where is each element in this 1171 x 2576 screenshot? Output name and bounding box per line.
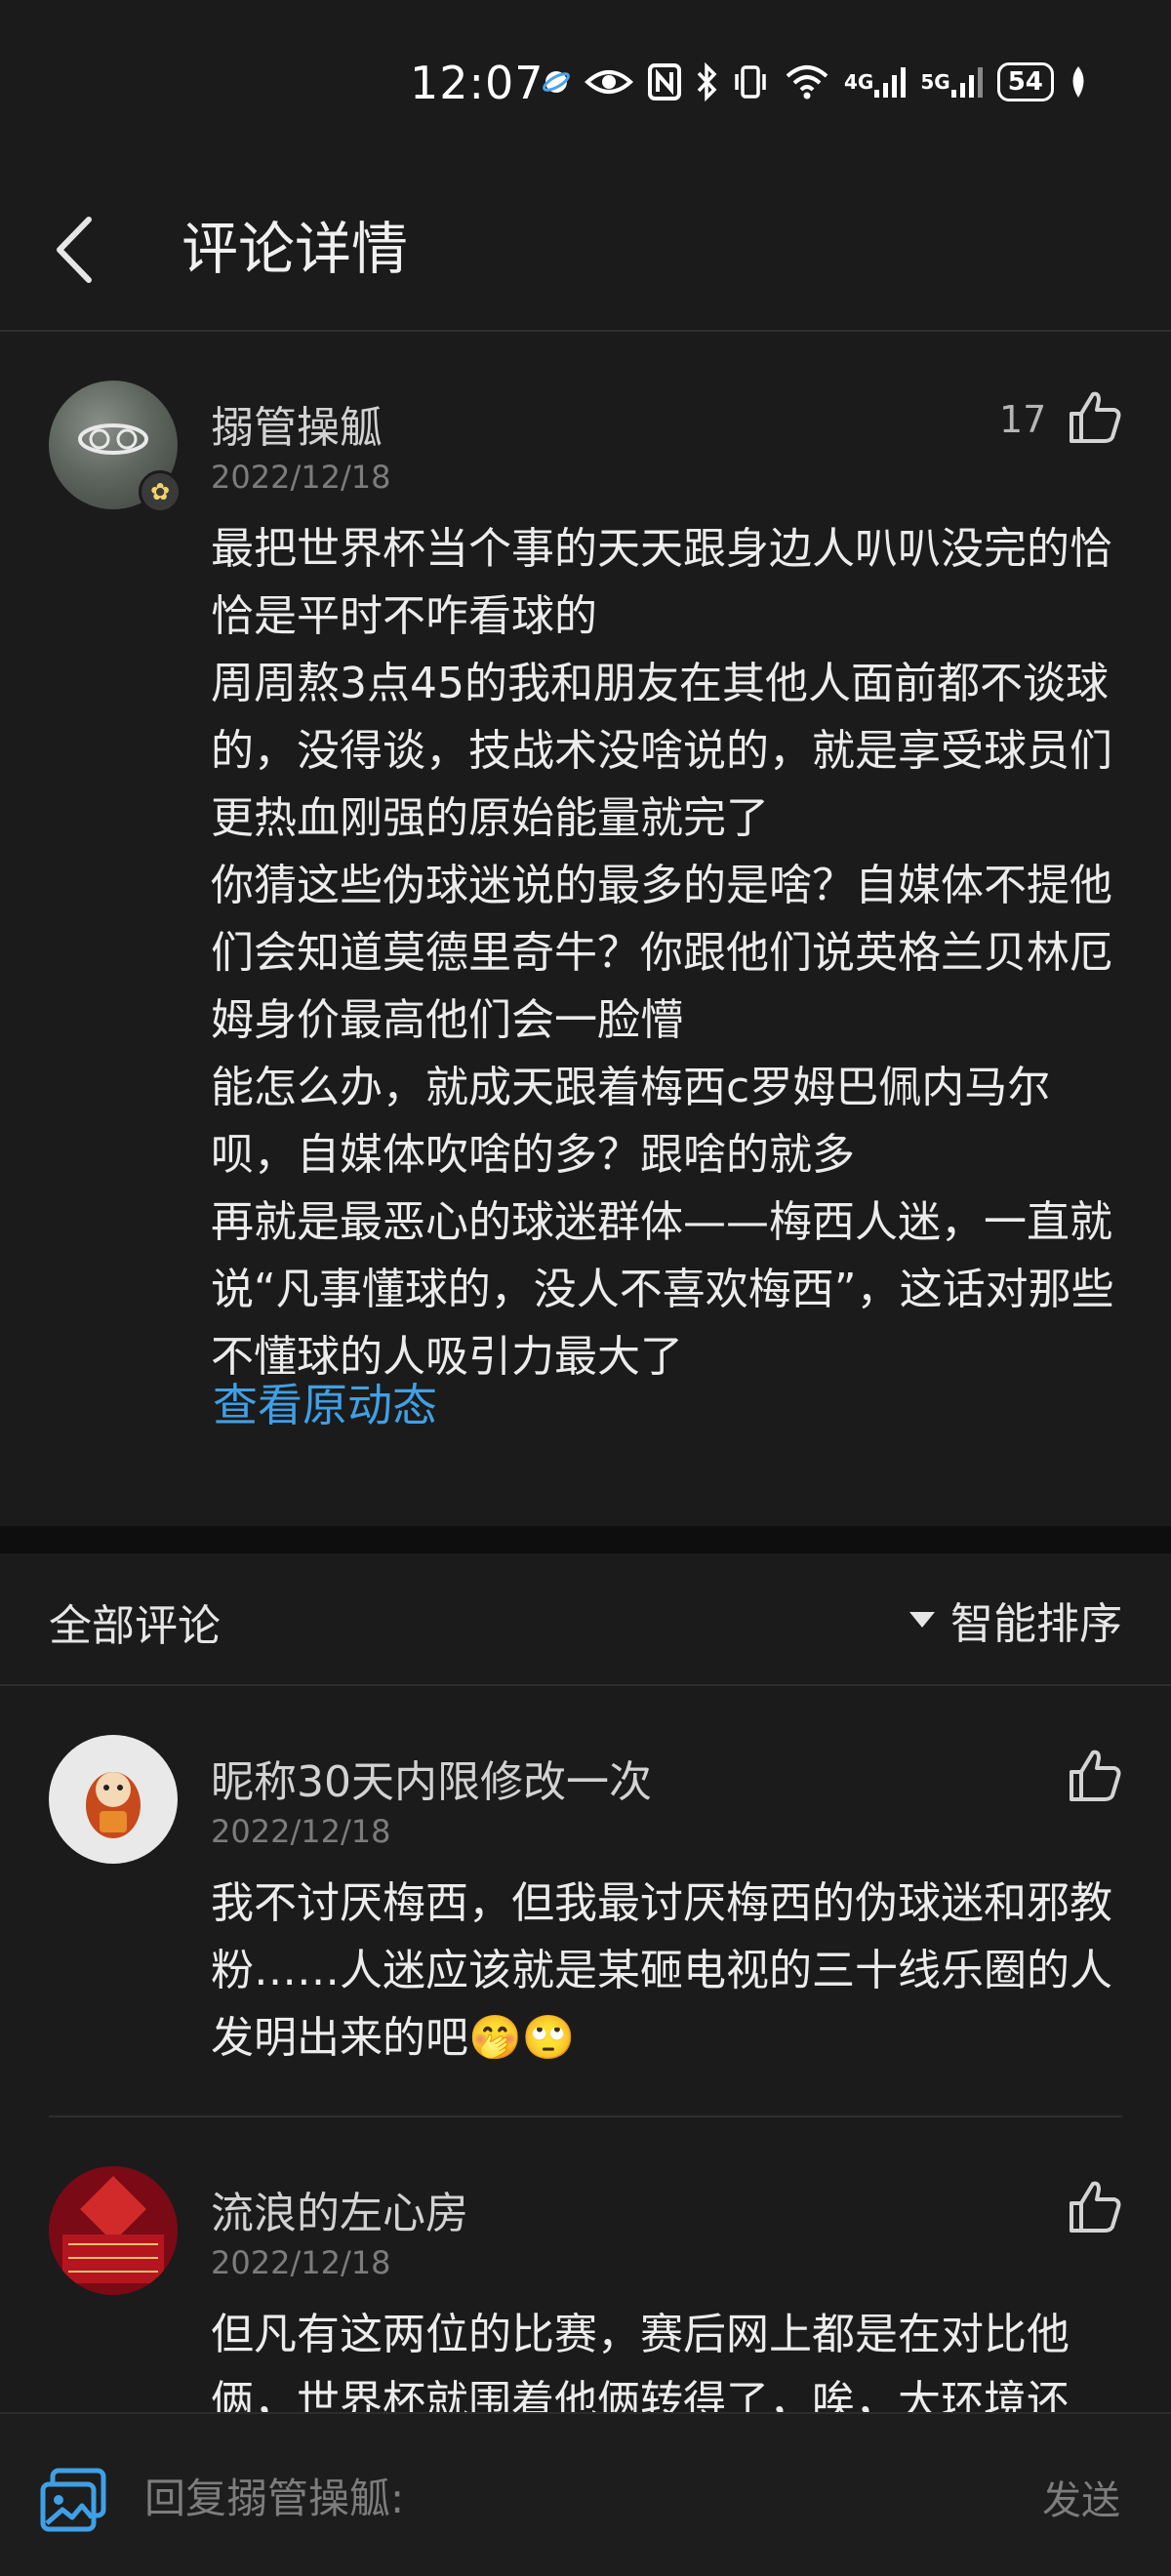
section-divider <box>0 1526 1171 1553</box>
network-5g-label: 5G <box>920 70 950 94</box>
image-picker-icon[interactable] <box>39 2467 107 2535</box>
signal-5g-icon: 5G <box>920 60 983 103</box>
reply-item: 流浪的左心房 2022/12/18 但凡有这两位的比赛，赛后网上都是在对比他俩，… <box>0 2166 1171 2412</box>
planet-icon <box>542 60 571 103</box>
leaf-icon <box>1068 60 1089 103</box>
signal-4g-icon: 4G <box>844 60 907 103</box>
reply-date: 2022/12/18 <box>211 1813 391 1850</box>
sort-label: 智能排序 <box>950 1599 1122 1649</box>
status-bar: 12:07 4G 5G 54 <box>0 0 1171 172</box>
reply-username[interactable]: 昵称30天内限修改一次 <box>211 1747 652 1809</box>
avatar[interactable] <box>49 2166 178 2295</box>
all-comments-title: 全部评论 <box>49 1601 221 1651</box>
flower-badge-icon: ✿ <box>139 470 182 513</box>
comment-paragraph: 能怎么办，就成天跟着梅西c罗姆巴佩内马尔呗，自媒体吹啥的多？跟啥的就多 <box>211 1063 1051 1180</box>
back-button[interactable] <box>39 201 107 299</box>
reply-item: 昵称30天内限修改一次 2022/12/18 我不讨厌梅西，但我最讨厌梅西的伪球… <box>0 1735 1171 2115</box>
reply-username[interactable]: 流浪的左心房 <box>211 2178 468 2240</box>
status-icons: 4G 5G 54 <box>542 60 1089 103</box>
comment-paragraph: 你猜这些伪球迷说的最多的是啥？自媒体不提他们会知道莫德里奇牛？你跟他们说英格兰贝… <box>211 861 1112 1045</box>
nfc-icon <box>647 60 682 103</box>
all-comments-header: 全部评论 智能排序 <box>0 1553 1171 1686</box>
reply-divider <box>49 2115 1122 2117</box>
like-count: 17 <box>999 398 1047 441</box>
battery-level: 54 <box>1007 67 1043 97</box>
comment-text: 最把世界杯当个事的天天跟身边人叭叭没完的恰恰是平时不咋看球的 周周熬3点45的我… <box>211 515 1118 1390</box>
eye-icon <box>585 60 633 103</box>
status-time: 12:07 <box>410 57 545 109</box>
reply-input[interactable] <box>144 2465 964 2531</box>
thumbs-up-icon[interactable] <box>1066 388 1124 447</box>
vibrate-icon <box>731 60 770 103</box>
chevron-left-icon <box>57 217 92 283</box>
network-4g-label: 4G <box>844 70 874 94</box>
comment-username[interactable]: 搦管操觚 <box>211 392 383 455</box>
thumbs-up-icon[interactable] <box>1066 2178 1124 2236</box>
reply-text: 但凡有这两位的比赛，赛后网上都是在对比他俩，世界杯就围着他俩转得了，唉，大环境还 <box>211 2310 1070 2412</box>
battery-indicator: 54 <box>996 62 1054 101</box>
page-header: 评论详情 <box>0 172 1171 332</box>
thumbs-up-icon[interactable] <box>1066 1747 1124 1805</box>
comment-paragraph: 最把世界杯当个事的天天跟身边人叭叭没完的恰恰是平时不咋看球的 <box>211 524 1112 641</box>
bluetooth-icon <box>696 60 717 103</box>
view-original-link[interactable]: 查看原动态 <box>213 1370 437 1434</box>
reply-text: 我不讨厌梅西，但我最讨厌梅西的伪球迷和邪教粉……人迷应该就是某砸电视的三十线乐圈… <box>211 1878 1112 2063</box>
send-button[interactable]: 发送 <box>1042 2469 1120 2525</box>
comment-paragraph: 再就是最恶心的球迷群体——梅西人迷，一直就说“凡事懂球的，没人不喜欢梅西”，这话… <box>211 1197 1114 1382</box>
comment-date: 2022/12/18 <box>211 459 391 496</box>
caret-down-icon <box>909 1612 935 1628</box>
wifi-icon <box>784 60 830 103</box>
page-title: 评论详情 <box>182 216 409 282</box>
main-comment: ✿ 搦管操觚 2022/12/18 17 最把世界杯当个事的天天跟身边人叭叭没完… <box>0 334 1171 1526</box>
reply-date: 2022/12/18 <box>211 2244 391 2281</box>
sort-button[interactable]: 智能排序 <box>909 1589 1122 1651</box>
avatar[interactable] <box>49 1735 178 1864</box>
comment-paragraph: 周周熬3点45的我和朋友在其他人面前都不谈球的，没得谈，技战术没啥说的，就是享受… <box>211 659 1112 843</box>
reply-bar: 发送 <box>0 2412 1171 2576</box>
